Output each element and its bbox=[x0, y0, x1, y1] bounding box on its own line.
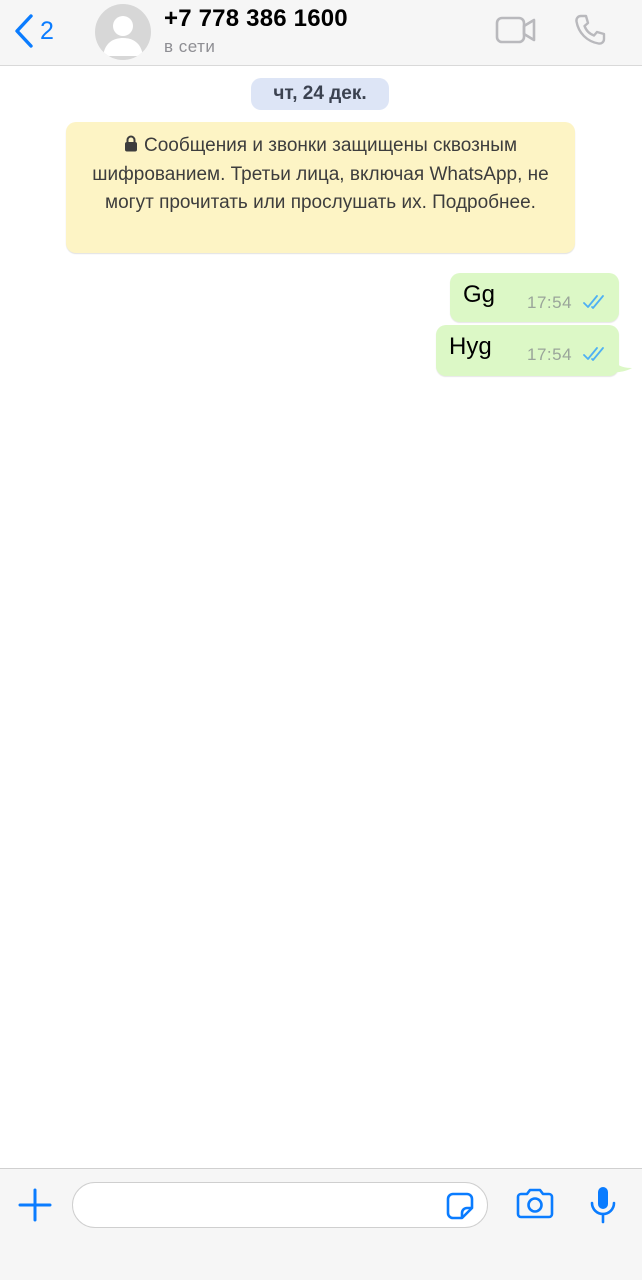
outgoing-message[interactable]: Gg 17:54 bbox=[450, 273, 619, 322]
attach-button[interactable] bbox=[17, 1187, 53, 1228]
plus-icon bbox=[18, 1188, 52, 1222]
chat-header: 2 +7 778 386 1600 в сети bbox=[0, 0, 642, 66]
message-time: 17:54 bbox=[527, 345, 573, 364]
double-check-icon bbox=[583, 295, 604, 309]
avatar[interactable] bbox=[95, 4, 151, 60]
message-text: Hyg bbox=[449, 333, 492, 360]
message-text: Gg bbox=[463, 281, 496, 308]
contact-info[interactable]: +7 778 386 1600 в сети bbox=[164, 4, 348, 58]
phone-icon bbox=[575, 14, 606, 45]
back-button[interactable]: 2 bbox=[14, 14, 54, 48]
lock-icon bbox=[124, 135, 137, 152]
video-call-button[interactable] bbox=[495, 15, 537, 50]
unread-count: 2 bbox=[40, 16, 54, 45]
camera-icon bbox=[516, 1188, 554, 1219]
voice-call-button[interactable] bbox=[573, 13, 607, 52]
contact-status: в сети bbox=[164, 37, 216, 56]
message-time: 17:54 bbox=[527, 293, 573, 312]
encryption-notice-text: Сообщения и звонки защищены сквозным шиф… bbox=[92, 135, 549, 213]
bubble-tail bbox=[610, 350, 632, 373]
sticker-button[interactable] bbox=[445, 1191, 475, 1226]
contact-name: +7 778 386 1600 bbox=[164, 5, 348, 32]
video-camera-icon bbox=[495, 16, 536, 44]
message-input[interactable] bbox=[72, 1182, 488, 1228]
voice-message-button[interactable] bbox=[589, 1185, 617, 1230]
sticker-icon bbox=[446, 1192, 474, 1220]
encryption-notice[interactable]: Сообщения и звонки защищены сквозным шиф… bbox=[66, 122, 575, 253]
composer-bar bbox=[0, 1168, 642, 1280]
outgoing-message[interactable]: Hyg 17:54 bbox=[436, 325, 619, 376]
microphone-icon bbox=[590, 1187, 616, 1224]
chevron-left-icon bbox=[15, 14, 33, 48]
double-check-icon bbox=[583, 347, 604, 361]
person-silhouette-icon bbox=[103, 16, 143, 56]
camera-button[interactable] bbox=[516, 1186, 554, 1225]
date-separator: чт, 24 дек. bbox=[251, 78, 389, 110]
